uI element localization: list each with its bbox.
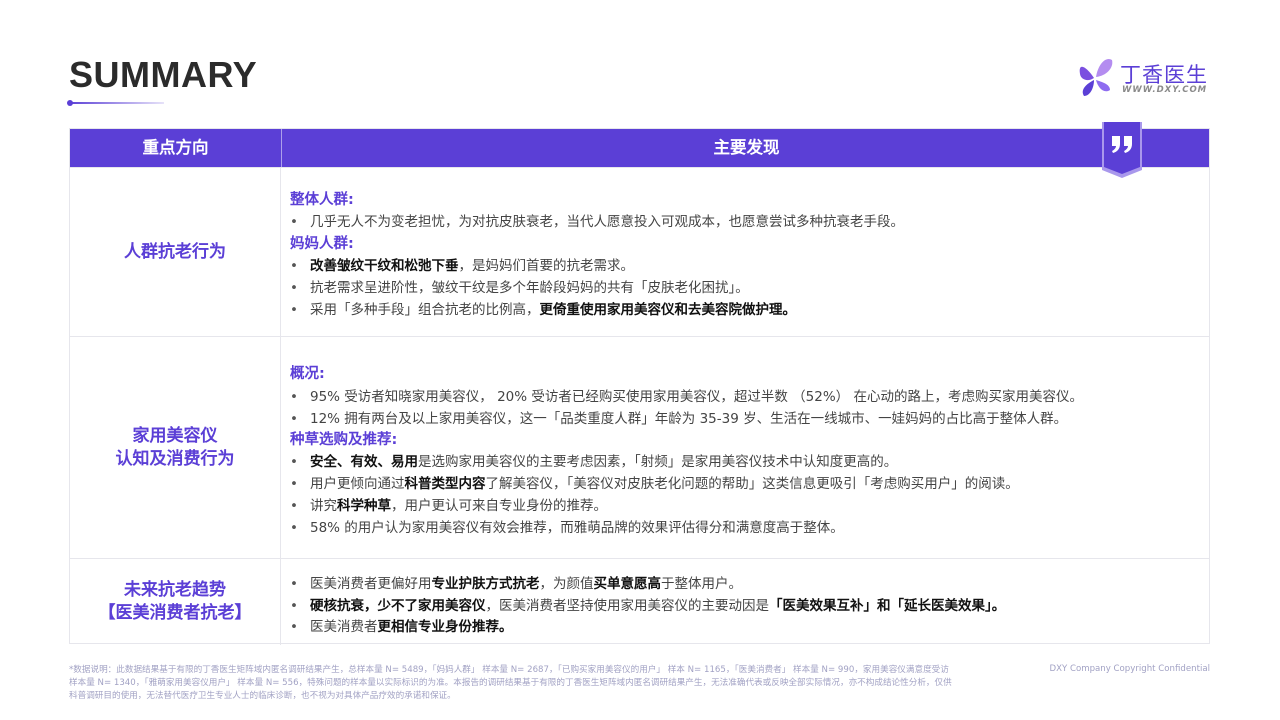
direction-label: 未来抗老趋势 bbox=[124, 580, 226, 600]
table-row: 人群抗老行为 整体人群: • 几乎无人不为变老担忧，为对抗皮肤衰老，当代人愿意投入… bbox=[70, 167, 1209, 336]
data-footnote: *数据说明：此数据结果基于有限的丁香医生矩阵域内匿名调研结果产生，总样本量 N=… bbox=[69, 664, 1029, 703]
section-heading: 妈妈人群: bbox=[290, 236, 354, 252]
bullet-item: • 几乎无人不为变老担忧，为对抗皮肤衰老，当代人愿意投入可观成本，也愿意尝试多种抗… bbox=[290, 214, 904, 230]
butterfly-logo-icon bbox=[1079, 58, 1113, 96]
bullet-item: • 医美消费者更相信专业身份推荐。 bbox=[290, 619, 513, 635]
quote-icon bbox=[1102, 122, 1142, 178]
direction-cell: 未来抗老趋势 【医美消费者抗老】 bbox=[70, 559, 281, 645]
bullet-item: • 安全、有效、易用是选购家用美容仪的主要考虑因素，「射频」是家用美容仪技术中认知… bbox=[290, 454, 898, 470]
bullet-item: • 采用「多种手段」组合抗老的比例高，更倚重使用家用美容仪和去美容院做护理。 bbox=[290, 302, 796, 318]
findings-cell: 概况: • 95% 受访者知晓家用美容仪， 20% 受访者已经购买使用家用美容仪，… bbox=[290, 337, 1205, 558]
title-underline bbox=[68, 102, 164, 104]
bullet-item: • 58% 的用户认为家用美容仪有效会推荐，而雅萌品牌的效果评估得分和满意度高于整… bbox=[290, 520, 844, 536]
dxy-logo: 丁香医生 WWW.DXY.COM bbox=[1076, 56, 1216, 100]
page-title: SUMMARY bbox=[69, 54, 258, 95]
bullet-item: • 抗老需求呈进阶性，皱纹干纹是多个年龄段妈妈的共有「皮肤老化困扰」。 bbox=[290, 280, 749, 296]
header-findings: 主要发现 bbox=[281, 129, 1211, 167]
summary-table: 重点方向 主要发现 人群抗老行为 整体人群: • 几乎无人不为变老担忧，为对抗皮肤… bbox=[69, 122, 1210, 645]
bullet-item: • 讲究科学种草，用户更认可来自专业身份的推荐。 bbox=[290, 498, 607, 514]
footnote-line: *数据说明：此数据结果基于有限的丁香医生矩阵域内匿名调研结果产生，总样本量 N=… bbox=[69, 665, 949, 675]
bullet-item: • 医美消费者更偏好用专业护肤方式抗老，为颜值买单意愿高于整体用户。 bbox=[290, 576, 742, 592]
footnote-line: 科普调研目的使用，无法替代医疗卫生专业人士的临床诊断，也不视为对具体产品疗效的承… bbox=[69, 691, 456, 701]
section-heading: 概况: bbox=[290, 366, 325, 382]
bullet-item: • 用户更倾向通过科普类型内容了解美容仪，「美容仪对皮肤老化问题的帮助」这类信息更… bbox=[290, 476, 1019, 492]
direction-label: 家用美容仪 bbox=[132, 425, 218, 446]
table-row: 未来抗老趋势 【医美消费者抗老】 • 医美消费者更偏好用专业护肤方式抗老，为颜值买… bbox=[70, 558, 1209, 645]
header-direction: 重点方向 bbox=[142, 138, 209, 157]
title-underline-dot bbox=[67, 100, 73, 106]
logo-url: WWW.DXY.COM bbox=[1122, 85, 1208, 95]
footnote-line: 样本量 N= 1340，「雅萌家用美容仪用户」 样本量 N= 556，特殊问题的… bbox=[69, 678, 952, 688]
direction-cell: 家用美容仪 认知及消费行为 bbox=[70, 337, 281, 558]
bullet-item: • 硬核抗衰，少不了家用美容仪，医美消费者坚持使用家用美容仪的主要动因是「医美效果… bbox=[290, 598, 1006, 614]
direction-cell: 人群抗老行为 bbox=[70, 168, 281, 336]
table-row: 家用美容仪 认知及消费行为 概况: • 95% 受访者知晓家用美容仪， 20% 受… bbox=[70, 336, 1209, 558]
copyright-notice: DXY Company Copyright Confidential bbox=[1049, 664, 1210, 674]
bullet-item: • 改善皱纹干纹和松弛下垂，是妈妈们首要的抗老需求。 bbox=[290, 258, 634, 274]
direction-label: 认知及消费行为 bbox=[115, 448, 235, 469]
direction-label: 人群抗老行为 bbox=[124, 241, 226, 262]
bullet-item: • 95% 受访者知晓家用美容仪， 20% 受访者已经购买使用家用美容仪，超过半数… bbox=[290, 389, 1083, 405]
findings-cell: • 医美消费者更偏好用专业护肤方式抗老，为颜值买单意愿高于整体用户。 • 硬核抗衰，… bbox=[290, 559, 1205, 645]
direction-label: 【医美消费者抗老】 bbox=[98, 603, 252, 623]
section-heading: 种草选购及推荐: bbox=[290, 432, 398, 448]
bullet-item: • 12% 拥有两台及以上家用美容仪，这一「品类重度人群」年龄为 35-39 岁、… bbox=[290, 411, 1068, 427]
table-header: 重点方向 主要发现 bbox=[70, 129, 1209, 167]
section-heading: 整体人群: bbox=[290, 192, 354, 208]
findings-cell: 整体人群: • 几乎无人不为变老担忧，为对抗皮肤衰老，当代人愿意投入可观成本，也愿… bbox=[290, 168, 1205, 336]
